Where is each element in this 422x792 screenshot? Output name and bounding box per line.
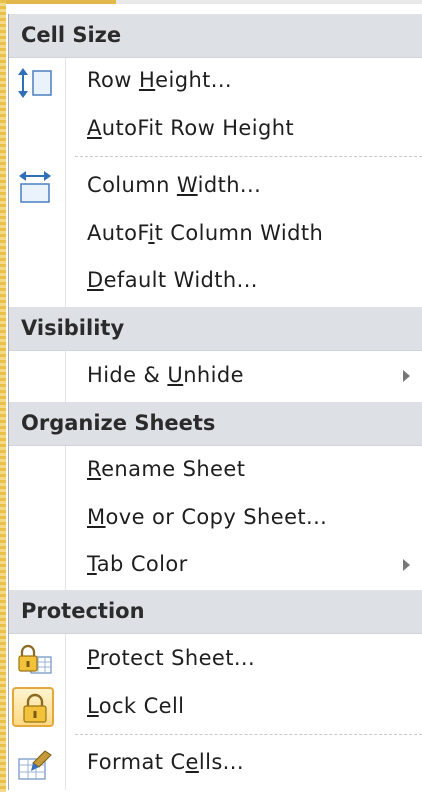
menu-item-move-or-copy-sheet[interactable]: Move or Copy Sheet... xyxy=(9,496,422,543)
menu-item-label: Move or Copy Sheet... xyxy=(87,505,328,529)
format-cells-icon xyxy=(15,747,55,783)
format-dropdown-menu: Cell Size Row Height... AutoFit Row Heig… xyxy=(8,14,422,790)
section-organize-sheets: Organize Sheets xyxy=(9,402,422,446)
section-protection: Protection xyxy=(9,590,422,634)
row-height-icon xyxy=(15,65,55,101)
menu-item-label: Rename Sheet xyxy=(87,457,246,481)
menu-item-column-width[interactable]: Column Width... xyxy=(9,164,422,211)
menu-item-label: Hide & Unhide xyxy=(87,363,244,387)
menu-item-lock-cell[interactable]: Lock Cell xyxy=(9,685,422,732)
section-cell-size: Cell Size xyxy=(9,14,422,58)
menu-item-tab-color[interactable]: Tab Color xyxy=(9,543,422,590)
menu-item-label: AutoFit Column Width xyxy=(87,221,324,245)
menu-item-label: Protect Sheet... xyxy=(87,646,256,670)
menu-item-rename-sheet[interactable]: Rename Sheet xyxy=(9,448,422,495)
sheet-edge-decoration xyxy=(0,0,6,792)
menu-item-label: Tab Color xyxy=(87,552,188,576)
section-title: Organize Sheets xyxy=(21,411,216,435)
section-visibility: Visibility xyxy=(9,307,422,351)
lock-cell-icon xyxy=(15,691,55,727)
menu-separator xyxy=(75,734,422,735)
menu-item-hide-unhide[interactable]: Hide & Unhide xyxy=(9,354,422,401)
menu-item-autofit-row-height[interactable]: AutoFit Row Height xyxy=(9,107,422,154)
menu-item-label: Format Cells... xyxy=(87,750,244,774)
menu-item-format-cells[interactable]: Format Cells... xyxy=(9,741,422,788)
menu-item-label: Default Width... xyxy=(87,268,258,292)
menu-item-row-height[interactable]: Row Height... xyxy=(9,59,422,106)
column-width-icon xyxy=(15,170,55,206)
menu-item-label: Row Height... xyxy=(87,68,233,92)
section-title: Protection xyxy=(21,599,145,623)
submenu-arrow-icon xyxy=(403,559,410,571)
menu-item-protect-sheet[interactable]: Protect Sheet... xyxy=(9,637,422,684)
protect-sheet-icon xyxy=(15,643,55,679)
menu-item-label: AutoFit Row Height xyxy=(87,116,295,140)
menu-item-autofit-column-width[interactable]: AutoFit Column Width xyxy=(9,212,422,259)
section-title: Visibility xyxy=(21,316,125,340)
menu-separator xyxy=(75,156,422,157)
ribbon-edge-decoration xyxy=(6,0,422,4)
submenu-arrow-icon xyxy=(403,370,410,382)
menu-item-default-width[interactable]: Default Width... xyxy=(9,259,422,306)
menu-item-label: Lock Cell xyxy=(87,694,185,718)
menu-item-label: Column Width... xyxy=(87,173,262,197)
section-title: Cell Size xyxy=(21,23,122,47)
